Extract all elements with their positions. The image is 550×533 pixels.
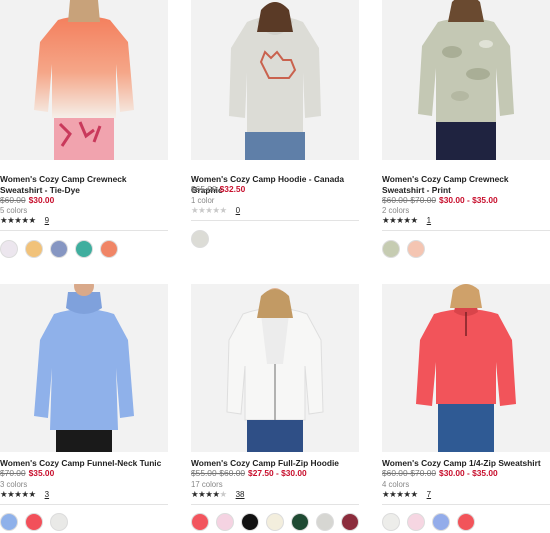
original-price: $55.00-$60.00 — [191, 468, 246, 478]
color-swatches — [382, 240, 432, 258]
star-rating-icon: ★★★★★ — [191, 489, 227, 499]
colors-count: 4 colors — [382, 480, 410, 489]
colors-count: 5 colors — [0, 206, 28, 215]
sale-price: $30.00 - $35.00 — [439, 195, 498, 205]
color-swatch[interactable] — [382, 513, 400, 531]
review-count-link[interactable]: 7 — [427, 490, 431, 499]
product-price: $60.00-$70.00 $30.00 - $35.00 — [382, 468, 498, 478]
color-swatch[interactable] — [50, 513, 68, 531]
star-rating-icon: ★★★★★ — [382, 489, 418, 499]
colors-count: 17 colors — [191, 480, 223, 489]
product-photo-tunic — [0, 284, 168, 452]
color-swatch[interactable] — [216, 513, 234, 531]
color-swatch[interactable] — [25, 513, 43, 531]
sale-price: $35.00 — [28, 468, 55, 478]
color-swatch[interactable] — [241, 513, 259, 531]
product-photo-camo — [382, 0, 550, 160]
star-rating-icon: ★★★★★ — [191, 205, 227, 215]
product-price: $65.00 $32.50 — [191, 184, 245, 194]
color-swatch[interactable] — [382, 240, 400, 258]
color-swatches — [0, 513, 75, 531]
rating: ★★★★★ 3 — [0, 489, 49, 500]
product-photo-tie-dye — [0, 0, 168, 160]
color-swatch[interactable] — [75, 240, 93, 258]
sale-price: $30.00 - $35.00 — [439, 468, 498, 478]
colors-count: 1 color — [191, 196, 215, 205]
review-count-link[interactable]: 38 — [236, 490, 245, 499]
color-swatches — [382, 513, 482, 531]
color-swatch[interactable] — [0, 513, 18, 531]
color-swatch[interactable] — [432, 513, 450, 531]
product-image[interactable] — [191, 0, 359, 160]
product-image[interactable] — [382, 284, 550, 452]
color-swatch[interactable] — [316, 513, 334, 531]
color-swatch[interactable] — [50, 240, 68, 258]
rating: ★★★★★ 7 — [382, 489, 431, 500]
divider — [191, 504, 359, 505]
color-swatch[interactable] — [291, 513, 309, 531]
colors-count: 3 colors — [0, 480, 28, 489]
star-rating-icon: ★★★★★ — [0, 215, 36, 225]
color-swatch[interactable] — [407, 240, 425, 258]
product-photo-hoodie — [191, 0, 359, 160]
review-count-link[interactable]: 0 — [236, 206, 240, 215]
product-price: $60.00-$70.00 $30.00 - $35.00 — [382, 195, 498, 205]
product-image[interactable] — [0, 284, 168, 452]
sale-price: $30.00 — [28, 195, 55, 205]
color-swatch[interactable] — [191, 513, 209, 531]
rating: ★★★★★ 0 — [191, 205, 240, 216]
color-swatch[interactable] — [100, 240, 118, 258]
color-swatch[interactable] — [266, 513, 284, 531]
divider — [0, 230, 168, 231]
color-swatch[interactable] — [407, 513, 425, 531]
original-price: $70.00 — [0, 468, 26, 478]
sale-price: $32.50 — [219, 184, 246, 194]
color-swatch[interactable] — [191, 230, 209, 248]
divider — [382, 230, 550, 231]
original-price: $65.00 — [191, 184, 217, 194]
color-swatches — [191, 513, 366, 531]
product-image[interactable] — [191, 284, 359, 452]
color-swatch[interactable] — [25, 240, 43, 258]
color-swatch[interactable] — [0, 240, 18, 258]
star-rating-icon: ★★★★★ — [0, 489, 36, 499]
color-swatch[interactable] — [341, 513, 359, 531]
rating: ★★★★★ 9 — [0, 215, 49, 226]
color-swatches — [191, 230, 216, 248]
divider — [191, 220, 359, 221]
color-swatches — [0, 240, 125, 258]
product-price: $60.00 $30.00 — [0, 195, 54, 205]
rating: ★★★★★ 38 — [191, 489, 245, 500]
product-price: $55.00-$60.00 $27.50 - $30.00 — [191, 468, 307, 478]
sale-price: $27.50 - $30.00 — [248, 468, 307, 478]
original-price: $60.00-$70.00 — [382, 468, 437, 478]
product-title[interactable]: Women's Cozy Camp Crewneck Sweatshirt - … — [382, 174, 550, 196]
product-price: $70.00 $35.00 — [0, 468, 54, 478]
product-image[interactable] — [0, 0, 168, 160]
divider — [382, 504, 550, 505]
review-count-link[interactable]: 1 — [427, 216, 431, 225]
star-rating-icon: ★★★★★ — [382, 215, 418, 225]
review-count-link[interactable]: 3 — [45, 490, 49, 499]
product-title[interactable]: Women's Cozy Camp Crewneck Sweatshirt - … — [0, 174, 168, 196]
review-count-link[interactable]: 9 — [45, 216, 49, 225]
product-photo-quarter-zip — [382, 284, 550, 452]
color-swatch[interactable] — [457, 513, 475, 531]
product-photo-zip-hoodie — [191, 284, 359, 452]
divider — [0, 504, 168, 505]
product-image[interactable] — [382, 0, 550, 160]
original-price: $60.00 — [0, 195, 26, 205]
original-price: $60.00-$70.00 — [382, 195, 437, 205]
colors-count: 2 colors — [382, 206, 410, 215]
rating: ★★★★★ 1 — [382, 215, 431, 226]
